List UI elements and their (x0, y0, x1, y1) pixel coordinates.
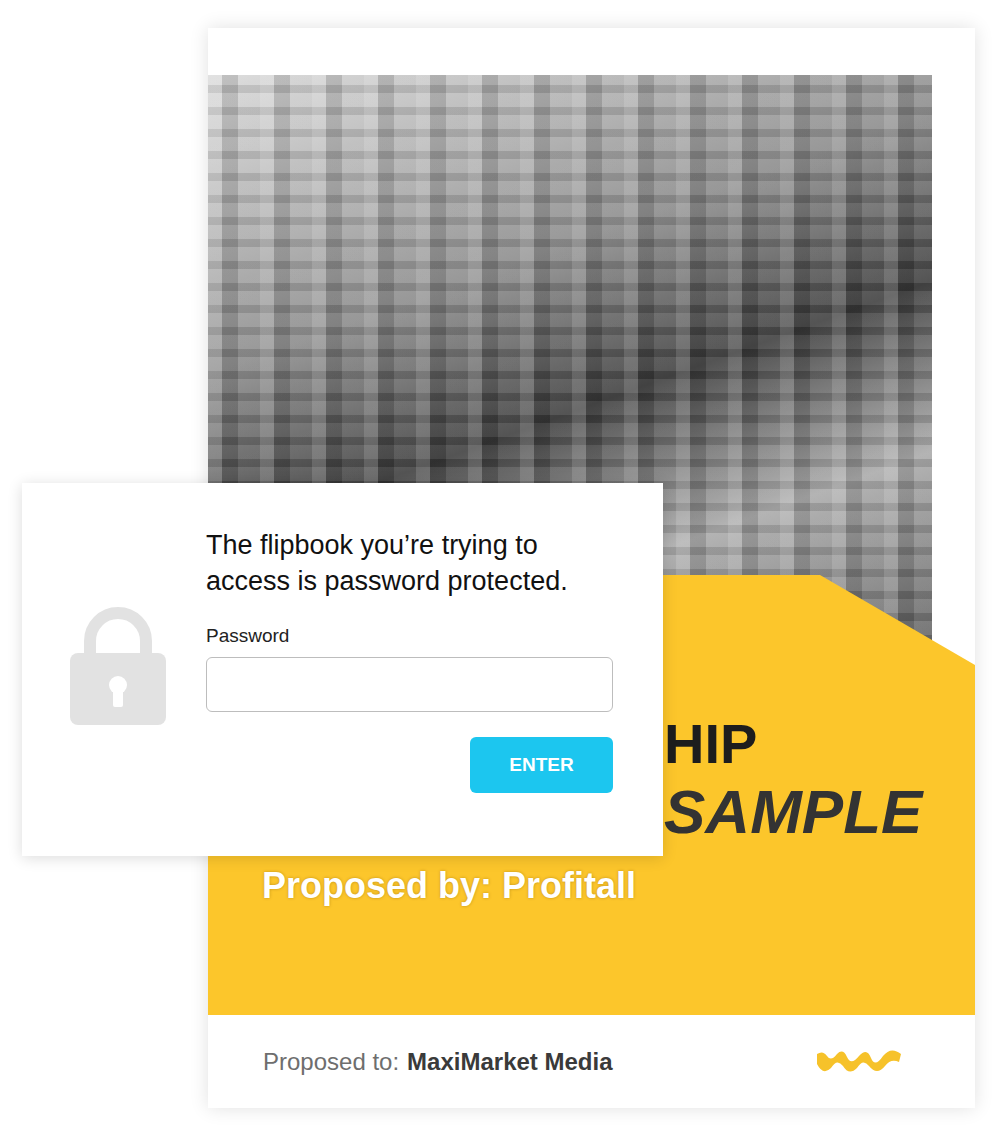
password-dialog: The flipbook you’re trying to access is … (22, 483, 663, 856)
page: HIPSAMPLE Proposed by: Profitall Proposed … (0, 0, 1000, 1130)
dialog-body: The flipbook you’re trying to access is … (206, 527, 613, 816)
proposed-to-name: MaxiMarket Media (407, 1048, 612, 1076)
password-input[interactable] (206, 657, 613, 712)
password-label: Password (206, 625, 613, 647)
cover-title-line: HIP (664, 713, 975, 775)
lock-icon (70, 607, 166, 725)
cover-title: HIPSAMPLE (664, 713, 975, 845)
enter-button[interactable]: ENTER (470, 737, 613, 793)
dialog-message: The flipbook you’re trying to access is … (206, 527, 613, 599)
proposed-to-label: Proposed to: (263, 1048, 399, 1076)
cover-title-line: SAMPLE (664, 779, 975, 845)
cover-footer: Proposed to: MaxiMarket Media (208, 1015, 975, 1108)
proposed-by: Proposed by: Profitall (262, 865, 975, 907)
proposed-to: Proposed to: MaxiMarket Media (263, 1048, 613, 1076)
brand-logo-icon (813, 1048, 905, 1076)
dialog-actions: ENTER (206, 737, 613, 793)
